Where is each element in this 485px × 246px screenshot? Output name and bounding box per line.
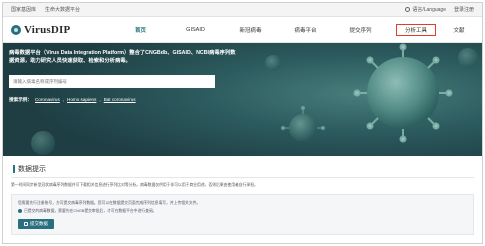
hero-content: 病毒数据平台（Virus Data Integration Platform）整… xyxy=(9,49,239,103)
page-frame: 国家基因库 生命大数据平台 语言/Language 登录注册 VirusDIP … xyxy=(2,2,483,244)
hero-description: 病毒数据平台（Virus Data Integration Platform）整… xyxy=(9,50,236,64)
nav-submit-sequence[interactable]: 提交序列 xyxy=(333,17,388,42)
examples-label: 搜索示例： xyxy=(9,97,32,102)
example-link-coronavirus[interactable]: Coronavirus xyxy=(35,97,60,103)
nav-virus-platform[interactable]: 病毒平台 xyxy=(278,17,333,42)
language-switch[interactable]: 语言/Language xyxy=(405,6,446,13)
top-utility-bar: 国家基因库 生命大数据平台 语言/Language 登录注册 xyxy=(3,3,482,17)
nav-literature[interactable]: 文献 xyxy=(444,17,474,42)
login-register-link[interactable]: 登录注册 xyxy=(454,6,474,13)
info-line-text: 已提交的病毒数据，需要先在CNGB提交审批后，才可在数据平台中进行查阅。 xyxy=(24,209,157,213)
language-label: 语言/Language xyxy=(412,7,446,13)
hero-banner: 病毒数据平台（Virus Data Integration Platform）整… xyxy=(3,43,482,156)
top-left-links: 国家基因库 生命大数据平台 xyxy=(11,6,80,13)
example-link-homo-sapiens[interactable]: Homo sapiens xyxy=(67,97,96,103)
logo-text: VirusDIP xyxy=(24,23,71,36)
edit-icon xyxy=(24,222,28,226)
top-right-links: 语言/Language 登录注册 xyxy=(405,6,474,13)
main-header: VirusDIP 首页 GISAID 新冠病毒 病毒平台 提交序列 分析工具 文… xyxy=(3,17,482,43)
site-logo[interactable]: VirusDIP xyxy=(11,24,83,36)
notice-heading: 数据提示 xyxy=(11,162,474,178)
virus-logo-icon xyxy=(11,24,21,35)
heading-accent-bar xyxy=(13,165,15,173)
notice-title-text: 数据提示 xyxy=(18,166,46,173)
search-examples: 搜索示例： Coronavirus , Homo sapiens , Bat c… xyxy=(9,97,136,103)
nav-covid[interactable]: 新冠病毒 xyxy=(223,17,278,42)
topbar-link-bigdata[interactable]: 生命大数据平台 xyxy=(45,6,80,13)
notice-section: 数据提示 第一时间同步新型冠状病毒序列数据并可下载相关信息进行序列比对等分析。病… xyxy=(3,156,482,235)
nav-home[interactable]: 首页 xyxy=(113,17,168,42)
nav-gisaid[interactable]: GISAID xyxy=(168,17,223,42)
submit-data-label: 提交数据 xyxy=(30,221,48,226)
topbar-link-cngb[interactable]: 国家基因库 xyxy=(11,6,36,13)
globe-icon xyxy=(405,7,411,12)
info-bullet-icon xyxy=(18,208,22,213)
info-line: 已提交的病毒数据，需要先在CNGB提交审批后，才可在数据平台中进行查阅。 xyxy=(18,207,467,215)
example-link-bat-coronavirus[interactable]: Bat coronavirus xyxy=(104,97,136,103)
search-input[interactable] xyxy=(9,75,215,88)
info-line: 您需要先行注册账号，方可提交病毒序列数据。您可以在数据提交页面完成序列信息填写，… xyxy=(18,201,201,205)
main-nav: 首页 GISAID 新冠病毒 病毒平台 提交序列 分析工具 文献 xyxy=(113,17,474,42)
notice-text: 第一时间同步新型冠状病毒序列数据并可下载相关信息进行序列比对等分析。病毒数据仅供… xyxy=(11,183,258,187)
submit-data-button[interactable]: 提交数据 xyxy=(18,219,54,229)
nav-analysis-tools[interactable]: 分析工具 xyxy=(396,23,436,36)
info-box: 您需要先行注册账号，方可提交病毒序列数据。您可以在数据提交页面完成序列信息填写，… xyxy=(11,194,474,235)
